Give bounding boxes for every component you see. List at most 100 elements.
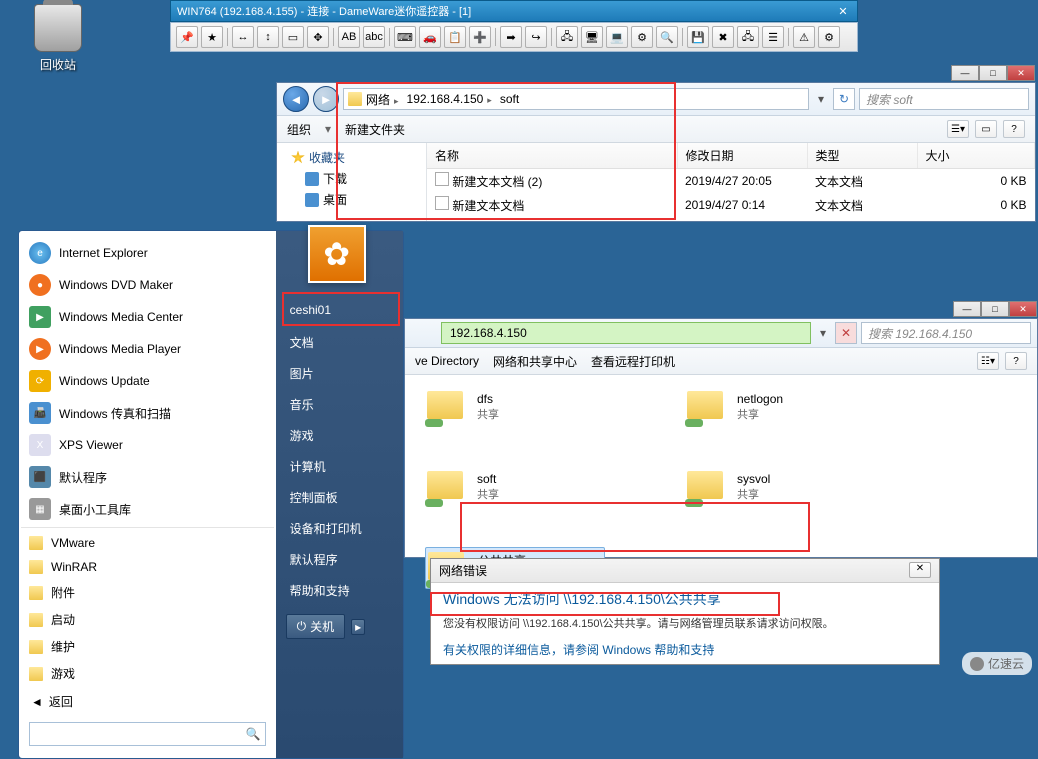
minimize-button[interactable]: — [953,301,981,317]
share-netlogon[interactable]: netlogon共享 [685,387,865,427]
search-box[interactable]: 搜索 soft [859,88,1029,110]
error-close-button[interactable]: ✕ [909,562,931,578]
sm-games2[interactable]: 游戏 [276,420,403,451]
tool-ab-icon[interactable]: AB [338,26,360,48]
remote-printer-button[interactable]: 查看远程打印机 [591,353,675,370]
sm-xps[interactable]: XXPS Viewer [21,429,274,461]
sm-vmware[interactable]: VMware [21,527,274,555]
search-icon[interactable]: 🔍 [246,727,261,741]
share-sysvol[interactable]: sysvol共享 [685,467,865,507]
col-type[interactable]: 类型 [807,143,917,169]
tool-net4-icon[interactable]: 🖧 [737,26,759,48]
tool-plus-icon[interactable]: ➕ [469,26,491,48]
stop-button[interactable]: ✕ [835,322,857,344]
close-button[interactable]: ✕ [1009,301,1037,317]
maximize-button[interactable]: □ [981,301,1009,317]
tool-right2-icon[interactable]: ↪ [525,26,547,48]
sm-winrar[interactable]: WinRAR [21,555,274,579]
sm-ie[interactable]: eInternet Explorer [21,237,274,269]
address-field[interactable]: 192.168.4.150 [441,322,811,344]
view-button[interactable]: ☷▾ [977,352,999,370]
sm-fax[interactable]: 📠Windows 传真和扫描 [21,397,274,429]
tool-right-icon[interactable]: ➡ [500,26,522,48]
sm-control-panel[interactable]: 控制面板 [276,482,403,513]
remote-titlebar[interactable]: WIN764 (192.168.4.155) - 连接 - DameWare迷你… [170,0,858,22]
sm-search-input[interactable] [34,727,246,742]
sm-music[interactable]: 音乐 [276,389,403,420]
col-date[interactable]: 修改日期 [677,143,807,169]
error-header[interactable]: 网络错误 ✕ [431,559,939,583]
address-dropdown[interactable]: ▾ [813,92,829,106]
sm-gadgets[interactable]: ▦桌面小工具库 [21,493,274,525]
nav-favorites[interactable]: 收藏夹 [277,147,426,168]
sm-back-button[interactable]: ◄返回 [21,687,274,716]
tool-net1-icon[interactable]: 🖧 [556,26,578,48]
new-folder-button[interactable]: 新建文件夹 [345,121,405,138]
tool-gear1-icon[interactable]: ⚙ [631,26,653,48]
shutdown-options[interactable]: ▸ [351,619,365,635]
tool-car-icon[interactable]: 🚗 [419,26,441,48]
file-row[interactable]: 新建文本文档 2019/4/27 0:14 文本文档 0 KB [427,193,1035,217]
view-button[interactable]: ☰▾ [947,120,969,138]
sm-computer[interactable]: 计算机 [276,451,403,482]
preview-button[interactable]: ▭ [975,120,997,138]
tool-net2-icon[interactable]: 🖥 [581,26,603,48]
crumb-ip[interactable]: 192.168.4.150 [446,326,535,340]
search-box[interactable]: 搜索 192.168.4.150 [861,322,1031,344]
tool-star-icon[interactable]: ★ [201,26,223,48]
sm-devices[interactable]: 设备和打印机 [276,513,403,544]
refresh-button[interactable]: ↻ [833,88,855,110]
tool-warn-icon[interactable]: ⚠ [793,26,815,48]
tool-list-icon[interactable]: ☰ [762,26,784,48]
sm-accessories[interactable]: 附件 [21,579,274,606]
help-button[interactable]: ? [1003,120,1025,138]
tool-pin-icon[interactable]: 📌 [176,26,198,48]
tool-net3-icon[interactable]: 💻 [606,26,628,48]
col-size[interactable]: 大小 [917,143,1035,169]
sm-update[interactable]: ⟳Windows Update [21,365,274,397]
sm-documents[interactable]: 文档 [276,327,403,358]
tool-key-icon[interactable]: ⌨ [394,26,416,48]
tool-disk-icon[interactable]: 💾 [687,26,709,48]
nav-downloads[interactable]: 下载 [277,168,426,189]
tool-netx-icon[interactable]: ✖ [712,26,734,48]
nav-desktop[interactable]: 桌面 [277,189,426,210]
close-button[interactable]: ✕ [1007,65,1035,81]
network-center-button[interactable]: 网络和共享中心 [493,353,577,370]
shutdown-button[interactable]: ⏻关机 [286,614,346,639]
sm-media-center[interactable]: ▶Windows Media Center [21,301,274,333]
tool-arrows2-icon[interactable]: ↕ [257,26,279,48]
maximize-button[interactable]: □ [979,65,1007,81]
user-avatar[interactable] [308,225,366,283]
sm-default[interactable]: ⬛默认程序 [21,461,274,493]
organize-menu[interactable]: 组织 [287,121,311,138]
tool-screen-icon[interactable]: ▭ [282,26,304,48]
share-dfs[interactable]: dfs共享 [425,387,605,427]
share-soft[interactable]: soft共享 [425,467,605,507]
col-name[interactable]: 名称 [427,143,677,169]
address-dropdown[interactable]: ▾ [815,326,831,340]
crumb-soft[interactable]: soft [496,92,527,106]
error-help-link[interactable]: 有关权限的详细信息，请参阅 Windows 帮助和支持 [443,641,927,658]
recycle-bin[interactable]: 回收站 [28,4,88,73]
tool-cfg-icon[interactable]: ⚙ [818,26,840,48]
crumb-network[interactable]: 网络 [362,91,403,108]
crumb-ip[interactable]: 192.168.4.150 [403,92,496,106]
tool-arrows-icon[interactable]: ↔ [232,26,254,48]
remote-close-button[interactable]: ✕ [835,5,851,18]
tool-clip-icon[interactable]: 📋 [444,26,466,48]
sm-startup[interactable]: 启动 [21,606,274,633]
sm-help[interactable]: 帮助和支持 [276,575,403,606]
sm-default2[interactable]: 默认程序 [276,544,403,575]
sm-media-player[interactable]: ▶Windows Media Player [21,333,274,365]
help-button[interactable]: ? [1005,352,1027,370]
address-field[interactable]: 网络 192.168.4.150 soft [343,88,809,110]
sm-maintain[interactable]: 维护 [21,633,274,660]
sm-pictures[interactable]: 图片 [276,358,403,389]
file-row[interactable]: 新建文本文档 (2) 2019/4/27 20:05 文本文档 0 KB [427,169,1035,194]
sm-dvd[interactable]: ●Windows DVD Maker [21,269,274,301]
sm-games[interactable]: 游戏 [21,660,274,687]
tool-move-icon[interactable]: ✥ [307,26,329,48]
ad-button[interactable]: ve Directory [415,354,479,368]
tool-gear2-icon[interactable]: 🔍 [656,26,678,48]
